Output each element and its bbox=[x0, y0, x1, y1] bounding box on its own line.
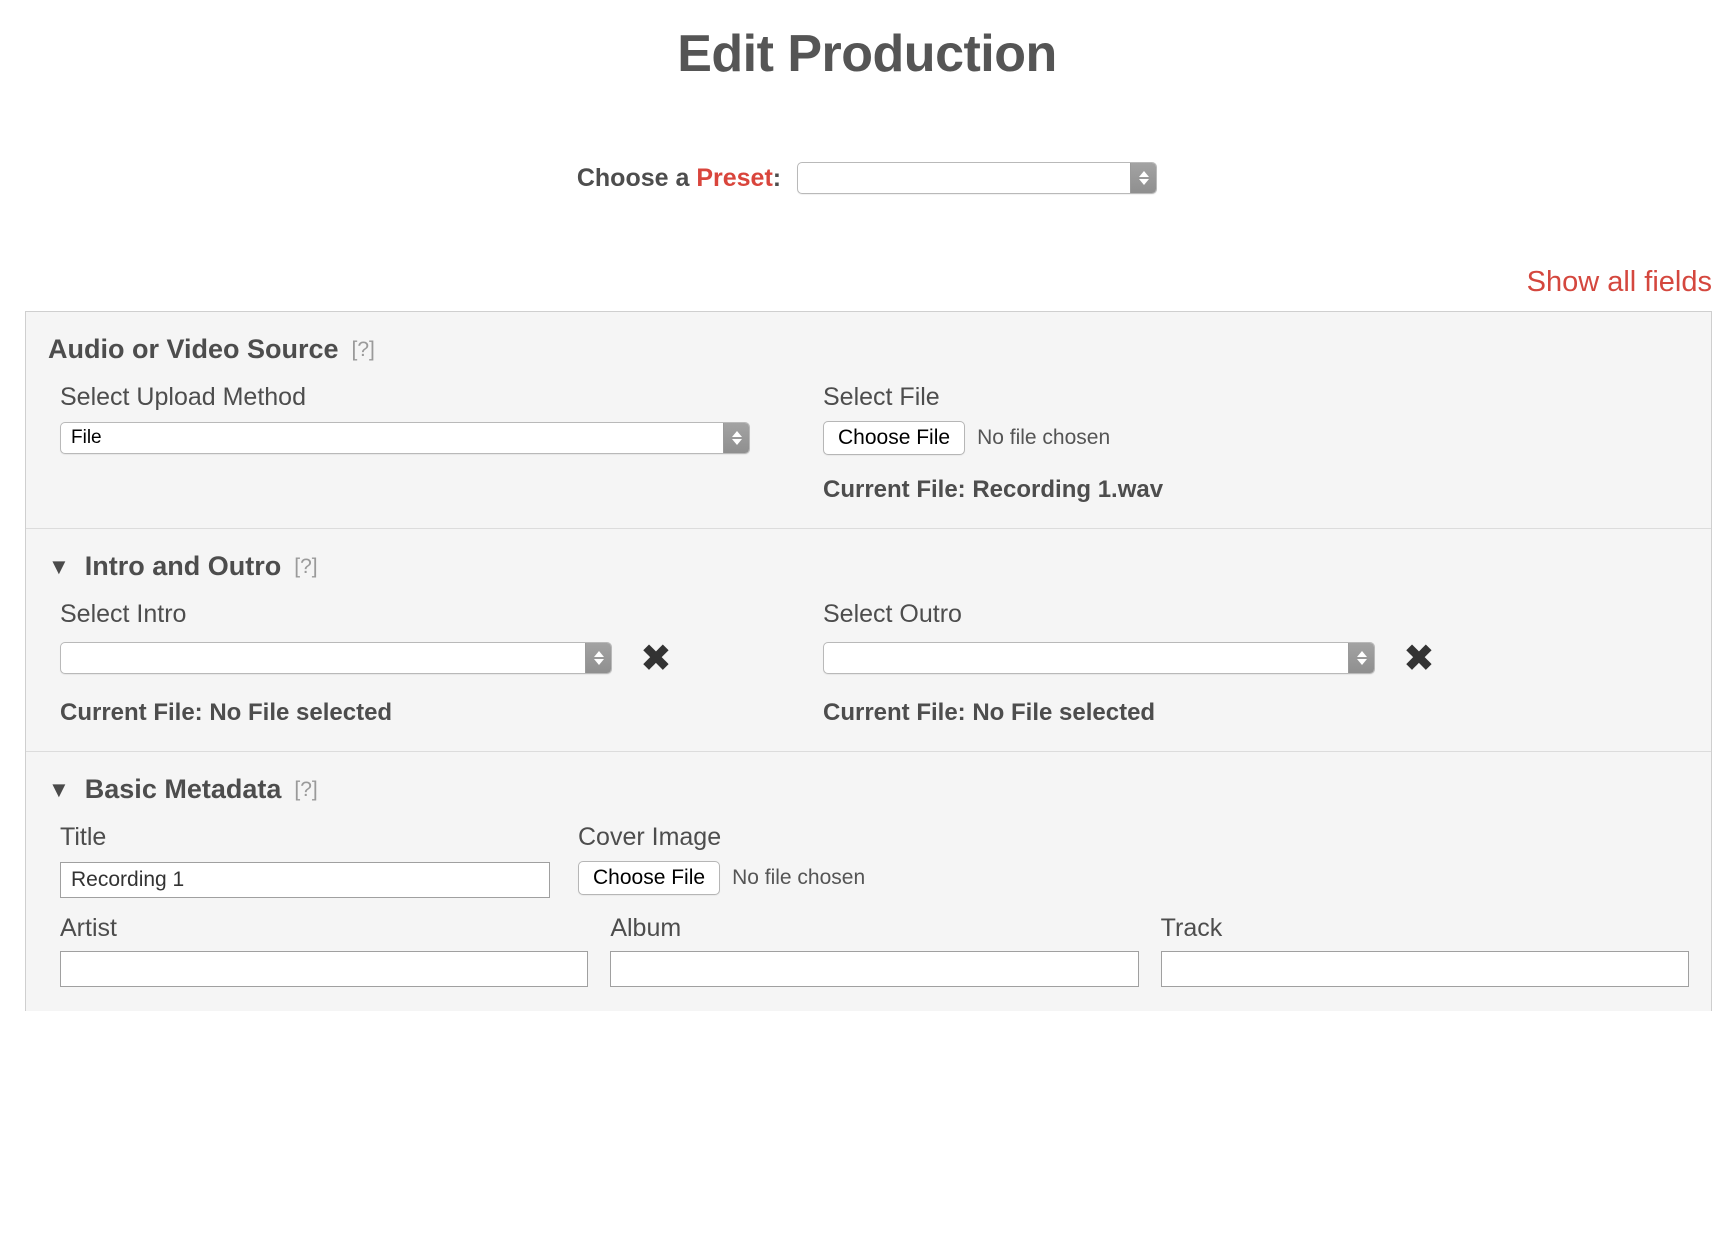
section-title-basic-metadata: Basic Metadata bbox=[84, 774, 282, 804]
current-file-source: Current File: Recording 1.wav bbox=[823, 476, 1164, 503]
cover-image-column: Cover Image Choose File No file chosen bbox=[550, 823, 1689, 895]
section-intro-outro: ▼ Intro and Outro [?] Select Intro ✖ Cur… bbox=[26, 529, 1711, 752]
upload-method-select[interactable]: File bbox=[60, 422, 750, 454]
source-columns: Select Upload Method File Select File Ch… bbox=[26, 383, 1711, 504]
edit-production-page: Edit Production Choose a Preset: Show al… bbox=[0, 0, 1734, 1238]
disclosure-triangle-icon-basic-metadata[interactable]: ▼ bbox=[48, 778, 70, 801]
preset-row: Choose a Preset: bbox=[0, 162, 1734, 194]
track-input[interactable] bbox=[1160, 951, 1689, 987]
metadata-row-title-cover: Title Recording 1 Cover Image Choose Fil… bbox=[26, 823, 1711, 898]
page-title: Edit Production bbox=[677, 25, 1057, 83]
artist-label: Artist bbox=[60, 914, 117, 942]
artist-input[interactable] bbox=[60, 951, 589, 987]
album-column: Album bbox=[610, 914, 1139, 987]
intro-select-row: ✖ bbox=[60, 639, 795, 677]
form-panel: Audio or Video Source [?] Select Upload … bbox=[25, 311, 1712, 1011]
album-label: Album bbox=[610, 914, 682, 942]
show-all-fields-link[interactable]: Show all fields bbox=[1527, 266, 1712, 298]
artist-column: Artist bbox=[60, 914, 589, 987]
choose-file-button-source[interactable]: Choose File bbox=[823, 421, 966, 455]
show-all-fields-row: Show all fields bbox=[0, 266, 1734, 299]
section-title-intro-outro: Intro and Outro bbox=[84, 551, 282, 581]
cover-file-picker: Choose File No file chosen bbox=[578, 861, 1689, 895]
track-label: Track bbox=[1160, 914, 1223, 942]
outro-column: Select Outro ✖ Current File: No File sel… bbox=[795, 600, 1689, 727]
preset-label: Choose a Preset: bbox=[577, 164, 781, 193]
section-audio-video-source: Audio or Video Source [?] Select Upload … bbox=[26, 312, 1711, 529]
preset-label-prefix: Choose a bbox=[576, 163, 697, 192]
section-header-basic-metadata[interactable]: ▼ Basic Metadata [?] bbox=[26, 774, 1711, 805]
upload-method-value: File bbox=[71, 427, 102, 448]
help-icon-source[interactable]: [?] bbox=[352, 338, 375, 362]
chevron-updown-icon bbox=[585, 643, 611, 673]
outro-select-row: ✖ bbox=[823, 639, 1689, 677]
select-intro-label: Select Intro bbox=[60, 600, 187, 628]
title-input[interactable]: Recording 1 bbox=[60, 862, 550, 898]
no-file-chosen-text-source: No file chosen bbox=[977, 426, 1111, 449]
metadata-row-artist-album-track: Artist Album Track bbox=[26, 898, 1711, 987]
help-icon-basic-metadata[interactable]: [?] bbox=[294, 778, 317, 802]
current-file-intro: Current File: No File selected bbox=[60, 699, 393, 726]
track-column: Track bbox=[1160, 914, 1689, 987]
outro-select[interactable] bbox=[823, 642, 1375, 674]
help-icon-intro-outro[interactable]: [?] bbox=[294, 555, 317, 579]
select-file-label: Select File bbox=[823, 383, 940, 411]
current-file-outro: Current File: No File selected bbox=[823, 699, 1156, 726]
intro-column: Select Intro ✖ Current File: No File sel… bbox=[60, 600, 795, 727]
preset-label-accent: Preset bbox=[696, 163, 773, 192]
upload-method-column: Select Upload Method File bbox=[60, 383, 795, 504]
chevron-updown-icon bbox=[1130, 163, 1157, 193]
clear-outro-icon[interactable]: ✖ bbox=[1403, 639, 1435, 677]
preset-select[interactable] bbox=[797, 162, 1158, 194]
choose-file-button-cover[interactable]: Choose File bbox=[578, 861, 721, 895]
section-title-source: Audio or Video Source bbox=[48, 334, 339, 364]
chevron-updown-icon bbox=[1348, 643, 1374, 673]
upload-method-label: Select Upload Method bbox=[60, 383, 306, 411]
section-basic-metadata: ▼ Basic Metadata [?] Title Recording 1 C… bbox=[26, 752, 1711, 1011]
clear-intro-icon[interactable]: ✖ bbox=[640, 639, 672, 677]
album-input[interactable] bbox=[610, 951, 1139, 987]
chevron-updown-icon bbox=[723, 423, 749, 453]
intro-outro-columns: Select Intro ✖ Current File: No File sel… bbox=[26, 600, 1711, 727]
title-label: Title bbox=[60, 823, 107, 851]
section-header-source: Audio or Video Source [?] bbox=[26, 334, 1711, 365]
cover-image-label: Cover Image bbox=[578, 823, 722, 851]
select-file-column: Select File Choose File No file chosen C… bbox=[795, 383, 1689, 504]
disclosure-triangle-icon-intro-outro[interactable]: ▼ bbox=[48, 555, 70, 578]
preset-label-suffix: : bbox=[772, 163, 782, 192]
intro-select[interactable] bbox=[60, 642, 612, 674]
source-file-picker: Choose File No file chosen bbox=[823, 421, 1689, 455]
select-outro-label: Select Outro bbox=[823, 600, 962, 628]
section-header-intro-outro[interactable]: ▼ Intro and Outro [?] bbox=[26, 551, 1711, 582]
title-column: Title Recording 1 bbox=[60, 823, 550, 898]
no-file-chosen-text-cover: No file chosen bbox=[732, 866, 866, 889]
